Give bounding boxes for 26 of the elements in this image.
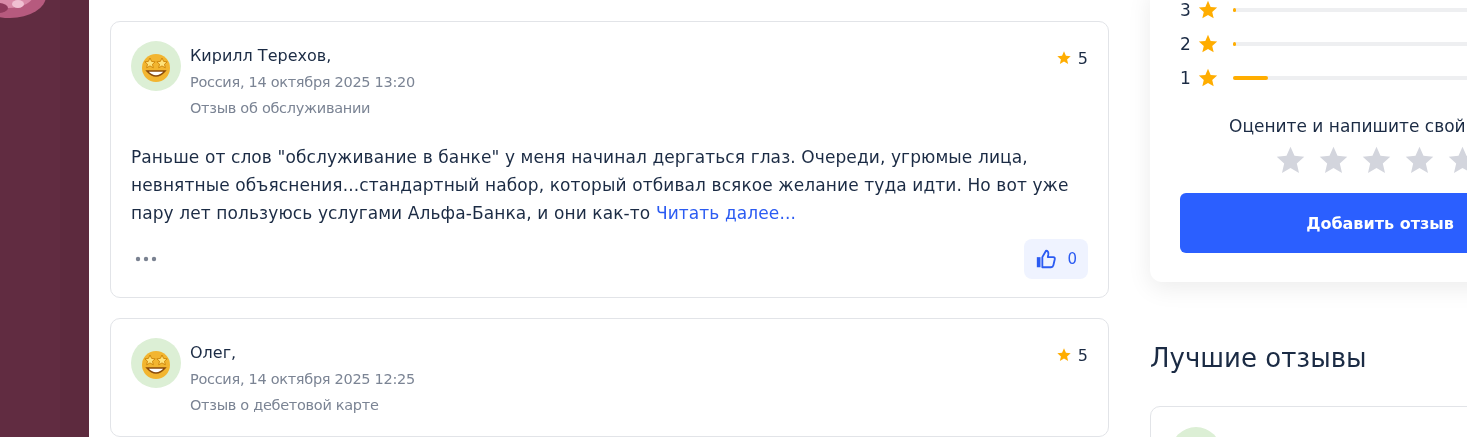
review-category: Отзыв о дебетовой карте xyxy=(190,396,380,415)
star-icon xyxy=(1197,67,1219,89)
star-icon xyxy=(1055,50,1072,66)
star-icon xyxy=(1055,347,1072,363)
read-more-link[interactable]: Читать далее... xyxy=(655,203,796,223)
avatar-icon xyxy=(131,338,181,388)
reviewer-name: Олег, xyxy=(190,342,238,364)
star-icon xyxy=(1197,33,1219,55)
review-category: Отзыв об обслуживании xyxy=(190,99,372,118)
star-count-label: 2 xyxy=(1180,34,1192,54)
section-title: Лучшие отзывы xyxy=(1150,342,1368,375)
rate-prompt: Оцените и напишите свой xyxy=(1229,116,1467,136)
more-icon[interactable] xyxy=(135,256,157,262)
like-button[interactable]: 0 xyxy=(1024,239,1088,279)
add-review-button[interactable]: Добавить отзыв xyxy=(1180,193,1467,253)
thumbs-up-icon xyxy=(1035,248,1058,270)
review-rating: 5 xyxy=(1077,345,1088,365)
review-text: Раньше от слов "обслуживание в банке" у меня начинал дергаться глаз. Очереди, угрюмые лица, невнятные объяснения...стандартный набор, который отбивал всякое желание туда идти. Но вот уже пару лет пользуюсь услугами Альфа-Банка, и они как-то Читать далее... xyxy=(131,146,1070,225)
review-rating: 5 xyxy=(1077,48,1088,68)
star-count-label: 1 xyxy=(1180,68,1192,88)
avatar-icon xyxy=(131,41,181,91)
reviewer-name: Кирилл Терехов, xyxy=(190,45,333,67)
star-icon xyxy=(1197,0,1219,21)
review-date: Россия, 14 октября 2025 12:25 xyxy=(190,370,416,389)
review-date: Россия, 14 октября 2025 13:20 xyxy=(190,73,416,92)
star-count-label: 3 xyxy=(1180,0,1192,20)
